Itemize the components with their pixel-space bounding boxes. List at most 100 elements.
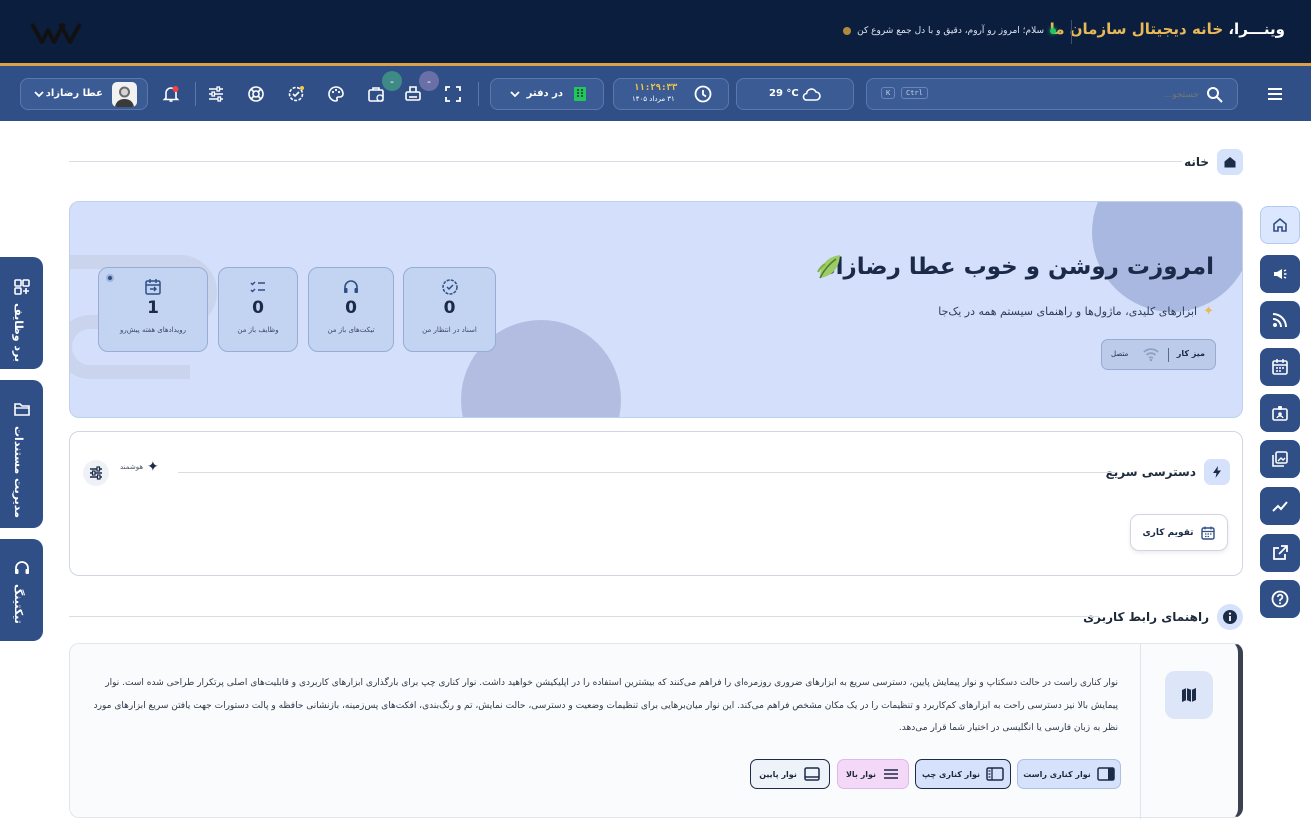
rss-icon	[1272, 313, 1287, 328]
sidebar-announcements[interactable]	[1260, 255, 1300, 293]
guide-header: راهنمای رابط کاربری	[1083, 604, 1243, 630]
fullscreen-icon[interactable]	[444, 85, 462, 103]
chip-label: نوار پایین	[759, 769, 797, 779]
breadcrumb-home-icon[interactable]	[1217, 149, 1243, 175]
stat-value: 1	[147, 298, 159, 318]
notification-badge-b: -	[382, 71, 402, 91]
headset-icon	[13, 559, 31, 577]
wifi-icon	[1142, 346, 1160, 362]
stat-card-open-tasks[interactable]: 0 وظایف باز من	[218, 267, 298, 352]
support-icon[interactable]	[247, 85, 265, 103]
building-icon	[571, 85, 589, 103]
verified-settings-icon[interactable]	[287, 85, 305, 103]
chip-label: نوار کناری چپ	[921, 769, 981, 779]
palette-icon[interactable]	[327, 85, 345, 103]
left-panel-label: برد وظایف	[12, 303, 25, 363]
shortcut-k: K	[881, 87, 896, 99]
quick-access-title: دسترسی سریع	[1105, 465, 1196, 479]
user-menu[interactable]: عطا رضازاد	[20, 78, 148, 110]
id-badge-icon	[1272, 406, 1288, 421]
weather-widget[interactable]: 29 °C	[736, 78, 854, 110]
weather-temp: 29 °C	[769, 88, 799, 99]
stat-label: اسناد در انتظار من	[422, 326, 477, 334]
brand-title: وینـــرا، خانه دیجیتال سازمان ما	[1050, 20, 1285, 38]
workspace-label: میز کار	[1176, 349, 1205, 358]
chip-bottom-bar[interactable]: نوار پایین	[750, 759, 830, 789]
quick-access-header: دسترسی سریع	[1106, 459, 1230, 485]
info-icon	[1217, 604, 1243, 630]
left-panel-ticketing[interactable]: تیکتینگ	[0, 539, 43, 641]
stat-card-open-tickets[interactable]: 0 تیکت‌های باز من	[308, 267, 394, 352]
verified-icon	[441, 278, 459, 296]
top-header: وینـــرا، خانه دیجیتال سازمان ما سلام؛ ا…	[0, 0, 1311, 66]
briefcase-clock-icon[interactable]	[367, 85, 385, 103]
stat-value: 0	[252, 298, 264, 318]
sidebar-calendar[interactable]	[1260, 348, 1300, 386]
bell-icon[interactable]	[162, 85, 180, 103]
user-name: عطا رضازاد	[45, 88, 103, 99]
sliders-icon[interactable]	[207, 85, 225, 103]
stat-value: 0	[443, 298, 456, 318]
quick-item-calendar[interactable]: تقویم کاری	[1130, 514, 1228, 551]
chip-top-bar[interactable]: نوار بالا	[837, 759, 909, 789]
left-panel-documents[interactable]: مدیریت مستندات	[0, 380, 43, 528]
quick-access-divider	[178, 472, 1116, 473]
left-panel-task-board[interactable]: برد وظایف	[0, 257, 43, 369]
search-icon	[1206, 86, 1223, 103]
app-logo[interactable]	[30, 22, 82, 44]
right-sidebar-icon	[1097, 767, 1115, 781]
hero-title-text: امروزت روشن و خوب عطا رضازاد	[823, 254, 1214, 280]
bottom-bar-icon	[804, 767, 820, 781]
workspace-status[interactable]: میز کار متصل	[1101, 339, 1216, 370]
megaphone-icon	[1274, 269, 1287, 279]
quick-access-settings[interactable]	[83, 460, 109, 486]
stat-label: وظایف باز من	[237, 326, 279, 334]
stat-card-upcoming-events[interactable]: 1 رویدادهای هفته پیش‌رو	[98, 267, 208, 352]
home-icon	[1273, 217, 1287, 232]
sidebar-analytics[interactable]	[1260, 487, 1300, 525]
breadcrumb: خانه	[1184, 149, 1243, 175]
stat-label: رویدادهای هفته پیش‌رو	[119, 326, 187, 334]
stat-card-pending-docs[interactable]: 0 اسناد در انتظار من	[403, 267, 496, 352]
sidebar-gallery[interactable]	[1260, 440, 1300, 478]
chip-label: نوار بالا	[845, 769, 877, 779]
search-box[interactable]: Ctrl K	[866, 78, 1238, 110]
smart-label: هوشمند	[120, 463, 144, 471]
chip-left-sidebar[interactable]: نوار کناری چپ	[915, 759, 1011, 789]
welcome-hero: امروزت روشن و خوب عطا رضازاد ✦ ابزارهای …	[69, 201, 1243, 418]
greeting-text: سلام؛ امروز رو آروم، دقیق و با دل جمع شر…	[857, 26, 1044, 36]
breadcrumb-label[interactable]: خانه	[1184, 155, 1209, 169]
folder-icon	[13, 400, 31, 418]
sparkle-icon: ✦	[1203, 304, 1214, 319]
calendar-arrow-icon	[144, 278, 162, 296]
left-panel-label: تیکتینگ	[12, 584, 25, 624]
clock-widget[interactable]: ۱۱:۲۹:۳۳ ۳۱ مرداد ۱۴۰۵	[613, 78, 729, 110]
sidebar-badge[interactable]	[1260, 394, 1300, 432]
status-divider	[1168, 348, 1169, 362]
smart-mode[interactable]: ✦ هوشمند	[120, 459, 159, 475]
sidebar-external[interactable]	[1260, 534, 1300, 572]
toolbar-divider	[478, 82, 479, 106]
guide-text: نوار کناری راست در حالت دسکتاپ و نوار پی…	[93, 678, 1118, 733]
sidebar-feed[interactable]	[1260, 301, 1300, 339]
quick-item-label: تقویم کاری	[1142, 527, 1194, 538]
calendar-icon	[1200, 526, 1215, 540]
brand-tagline: خانه دیجیتال سازمان ما	[1049, 20, 1229, 38]
sidebar-home[interactable]	[1260, 206, 1300, 244]
notification-badge-a: -	[419, 71, 439, 91]
calendar-icon	[1272, 359, 1288, 375]
online-indicator	[1050, 28, 1056, 34]
presence-dropdown[interactable]: در دفتر	[490, 78, 604, 110]
pulse-dot	[106, 274, 114, 282]
printer-icon[interactable]	[404, 85, 422, 103]
greeting: سلام؛ امروز رو آروم، دقیق و با دل جمع شر…	[843, 26, 1056, 36]
header-divider	[1071, 20, 1072, 44]
breadcrumb-divider	[69, 161, 1182, 162]
menu-icon[interactable]	[1266, 85, 1284, 103]
sidebar-help[interactable]	[1260, 580, 1300, 618]
chip-right-sidebar[interactable]: نوار کناری راست	[1017, 759, 1121, 789]
avatar	[112, 82, 137, 107]
chip-label: نوار کناری راست	[1023, 769, 1091, 779]
hero-subtitle-row: ✦ ابزارهای کلیدی، ماژول‌ها و راهنمای سیس…	[938, 304, 1214, 319]
search-input[interactable]	[979, 86, 1199, 103]
